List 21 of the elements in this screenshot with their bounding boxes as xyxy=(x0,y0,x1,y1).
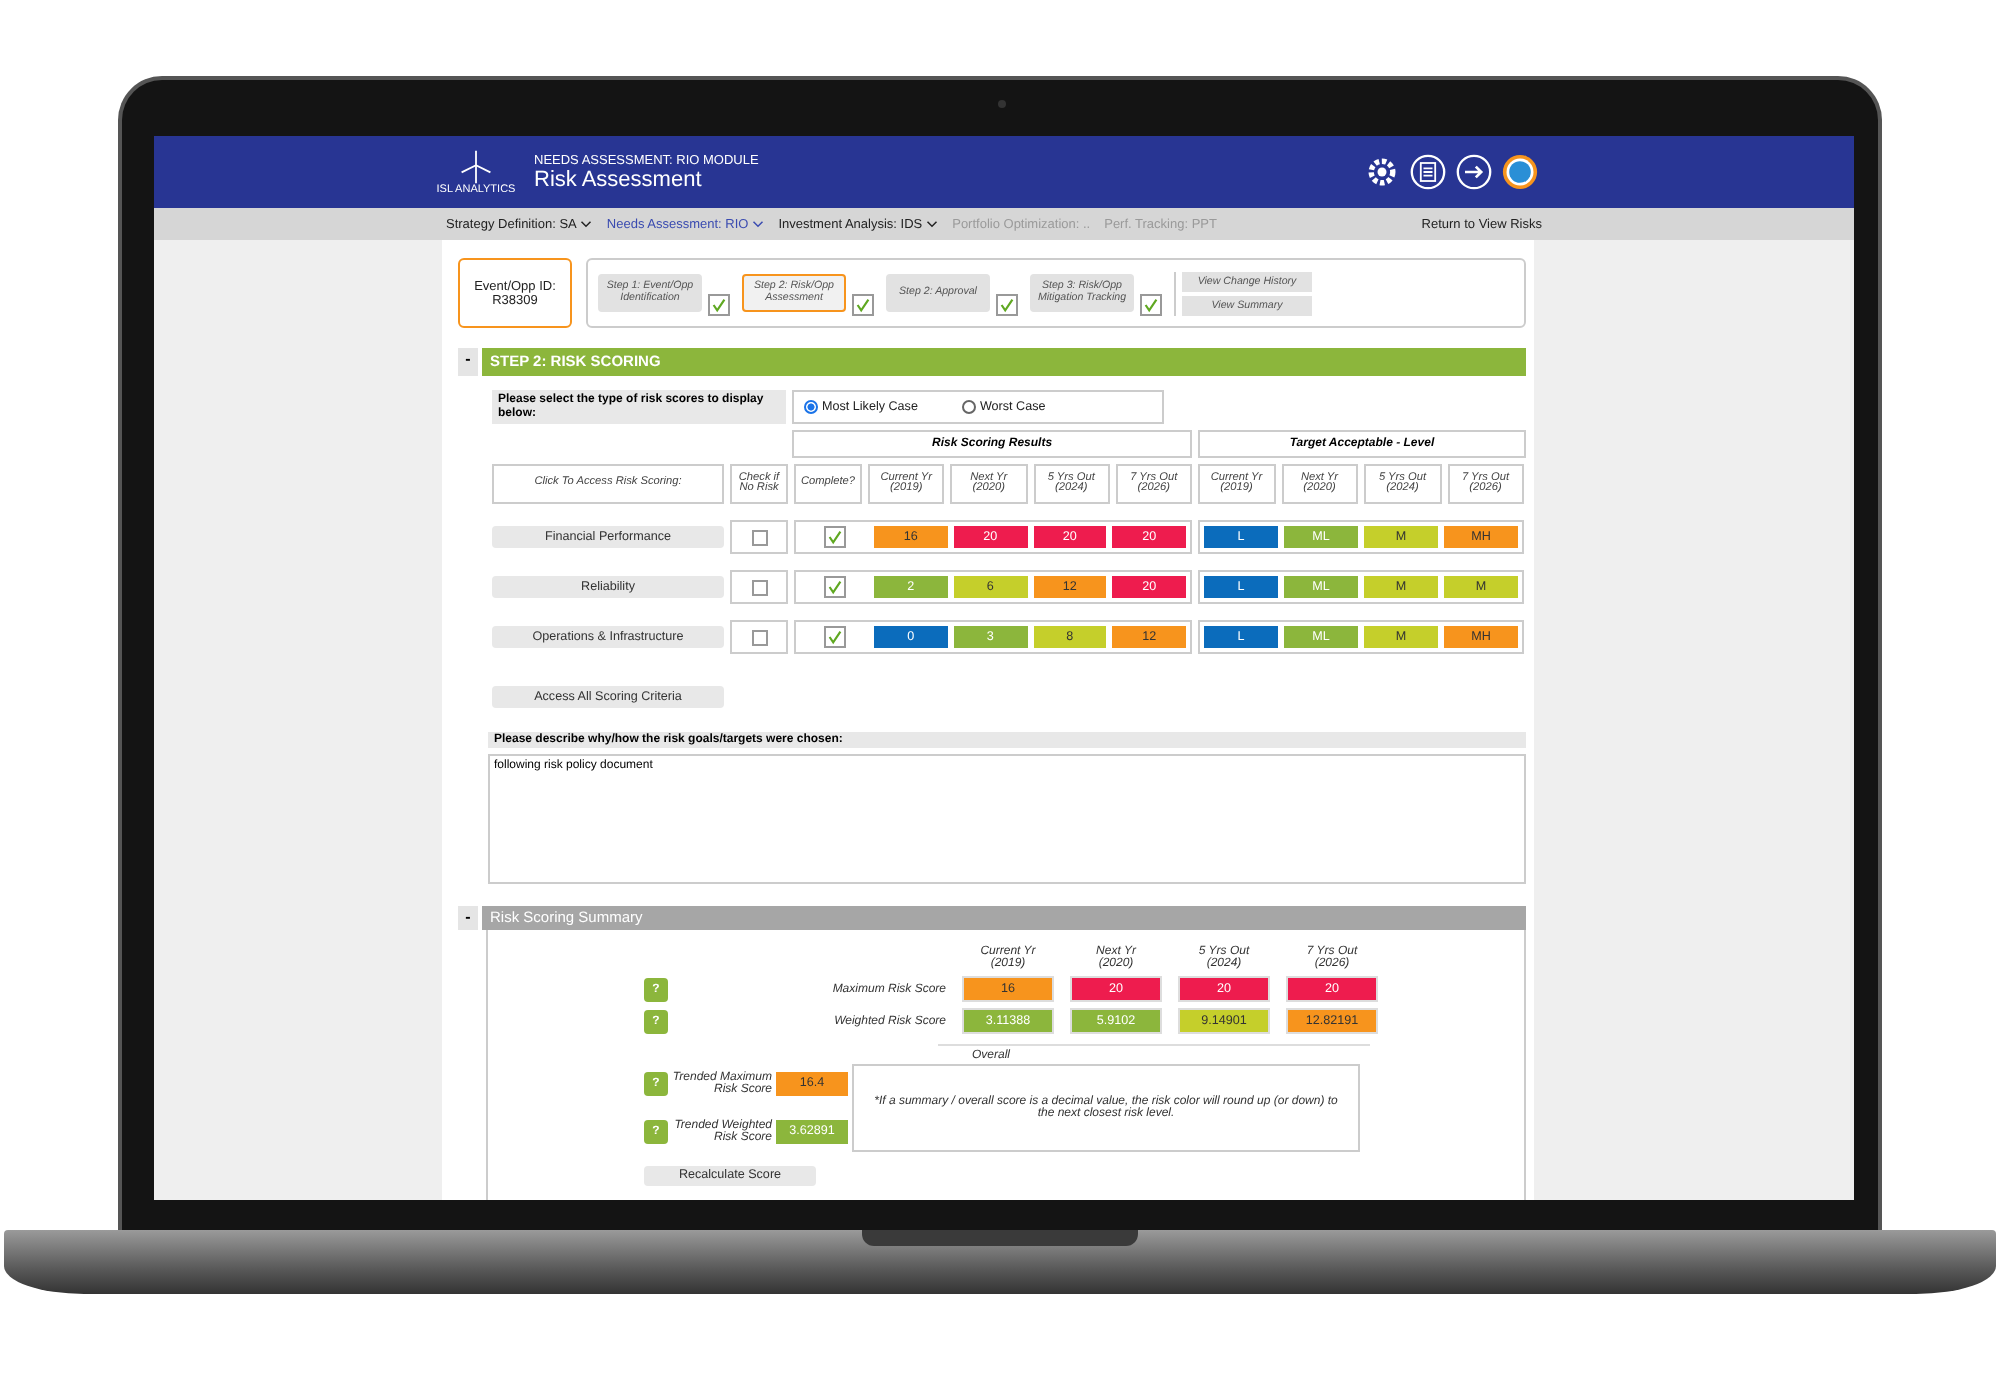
profile-icon[interactable] xyxy=(1502,154,1538,190)
checkbox[interactable] xyxy=(751,629,767,646)
checkbox[interactable] xyxy=(708,294,730,316)
chevron-icon xyxy=(580,220,593,228)
checkbox[interactable] xyxy=(751,579,767,596)
page-title: Risk Assessment xyxy=(534,167,704,191)
checkbox[interactable] xyxy=(1140,294,1162,316)
checkbox[interactable] xyxy=(823,576,845,599)
checkbox[interactable] xyxy=(996,294,1018,316)
exit-icon[interactable] xyxy=(1456,154,1492,190)
collapse-button[interactable]: - xyxy=(458,348,478,376)
turbine-icon xyxy=(458,149,494,183)
checkbox[interactable] xyxy=(823,526,845,549)
chevron-icon xyxy=(752,220,765,228)
checkbox[interactable] xyxy=(751,529,767,546)
document-icon[interactable] xyxy=(1410,154,1446,190)
checkbox[interactable] xyxy=(823,626,845,649)
chevron-icon xyxy=(926,220,939,228)
checkbox[interactable] xyxy=(852,294,874,316)
settings-icon[interactable] xyxy=(1364,154,1400,190)
collapse-button[interactable]: - xyxy=(458,906,478,931)
